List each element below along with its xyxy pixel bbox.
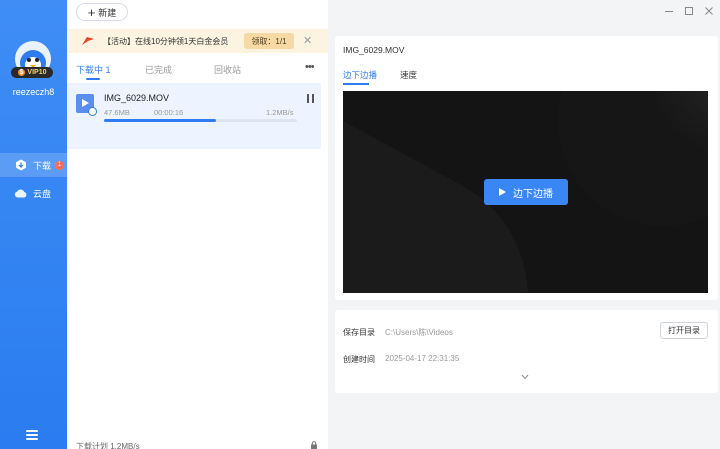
cloud-icon <box>14 187 27 200</box>
download-size: 47.6MB <box>104 108 130 117</box>
save-dir-value: C:\Users\陈\Videos <box>385 328 453 337</box>
new-task-button[interactable]: + 新建 <box>76 3 128 21</box>
download-speed: 1.2MB/s <box>266 108 294 117</box>
promo-text: 【活动】在线10分钟领1天白金会员 <box>103 36 229 46</box>
download-count-badge: 1 <box>55 160 65 170</box>
video-file-icon <box>76 94 97 116</box>
sidebar-item-cloud[interactable]: 云盘 <box>0 181 67 205</box>
window-controls <box>664 6 714 18</box>
close-icon[interactable]: ✕ <box>303 34 312 47</box>
save-dir-label: 保存目录 <box>343 328 375 337</box>
preview-tab-indicator <box>343 83 369 85</box>
download-panel: + 新建 【活动】在线10分钟领1天白金会员 领取：1/1 ✕ 下载中 1 已完… <box>67 0 328 449</box>
download-item[interactable]: IMG_6029.MOV 47.6MB 00:00:16 1.2MB/s <box>67 83 321 149</box>
download-progress <box>104 119 297 122</box>
coin-icon: $ <box>17 69 26 76</box>
download-tabs: 下载中 1 已完成 回收站 ••• <box>67 61 328 80</box>
stream-play-button[interactable]: 边下边播 <box>484 179 568 205</box>
download-filename: IMG_6029.MOV <box>104 93 170 103</box>
menu-icon[interactable] <box>26 430 38 440</box>
footer-stat: 下载计划 1.2MB/s <box>76 442 140 449</box>
sidebar-item-download[interactable]: 下载 1 <box>0 153 67 177</box>
tab-downloading[interactable]: 下载中 1 <box>76 63 111 76</box>
sidebar: $ VIP10 reezeczh8 下载 1 云盘 <box>0 0 67 449</box>
pause-icon[interactable] <box>307 94 314 103</box>
tab-speed[interactable]: 速度 <box>400 69 417 81</box>
vip-badge: $ VIP10 <box>11 67 53 78</box>
lock-icon[interactable] <box>310 441 318 449</box>
maximize-icon[interactable] <box>684 6 694 16</box>
promo-banner: 【活动】在线10分钟领1天白金会员 领取：1/1 ✕ <box>67 29 328 53</box>
chevron-down-icon[interactable] <box>521 374 529 380</box>
created-time-value: 2025-04-17 22:31:35 <box>385 354 460 363</box>
more-options-icon[interactable]: ••• <box>305 61 315 73</box>
tab-indicator <box>86 78 100 80</box>
plus-icon: + <box>87 4 96 20</box>
tab-completed[interactable]: 已完成 <box>145 63 172 76</box>
play-icon <box>499 188 506 196</box>
close-window-icon[interactable] <box>704 6 714 16</box>
video-player[interactable]: 边下边播 <box>343 91 708 293</box>
claim-button[interactable]: 领取：1/1 <box>244 33 294 49</box>
tab-recycle-bin[interactable]: 回收站 <box>214 63 241 76</box>
promo-flag-icon <box>82 37 94 45</box>
download-progress-fill <box>104 119 216 122</box>
download-icon <box>14 159 27 172</box>
preview-title: IMG_6029.MOV <box>343 45 405 55</box>
minimize-icon[interactable] <box>664 6 674 16</box>
preview-card: IMG_6029.MOV 边下边播 速度 边下边播 <box>335 36 718 300</box>
file-info-card: 保存目录 C:\Users\陈\Videos 打开目录 创建时间 2025-04… <box>335 310 718 393</box>
open-folder-button[interactable]: 打开目录 <box>660 322 708 339</box>
download-elapsed: 00:00:16 <box>154 108 184 117</box>
tab-stream-play[interactable]: 边下边播 <box>343 69 377 81</box>
created-time-label: 创建时间 <box>343 355 375 364</box>
username: reezeczh8 <box>12 87 55 97</box>
